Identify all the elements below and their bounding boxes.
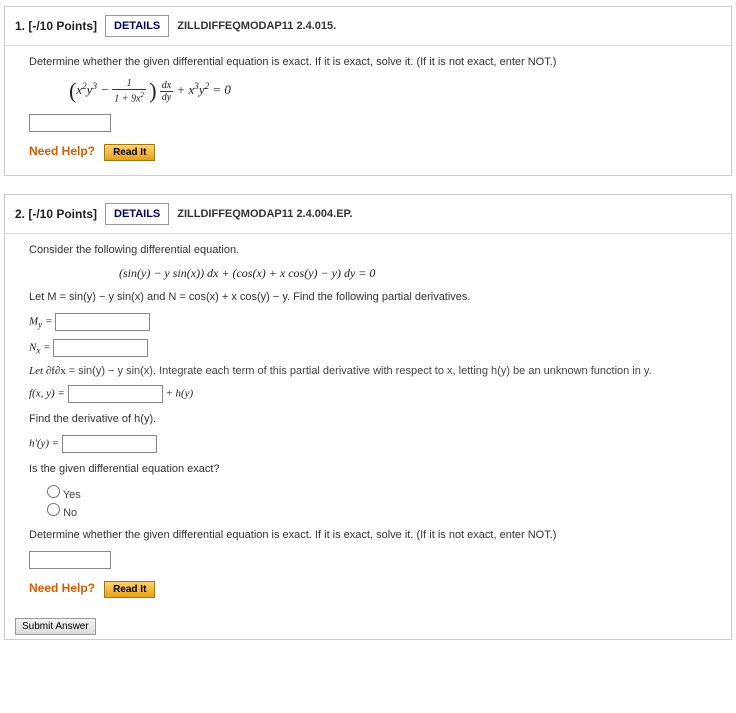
fxy-label: f(x, y) = xyxy=(29,388,68,400)
read-it-button[interactable]: Read It xyxy=(104,144,155,161)
dfdx-row: Let ∂f∂x = sin(y) − y sin(x). Integrate … xyxy=(29,365,707,377)
is-exact-q: Is the given differential equation exact… xyxy=(29,463,707,475)
find-h-label: Find the derivative of h(y). xyxy=(29,413,707,425)
details-button[interactable]: DETAILS xyxy=(105,15,169,37)
question-1: 1. [-/10 Points] DETAILS ZILLDIFFEQMODAP… xyxy=(4,6,732,176)
plus-hy: + h(y) xyxy=(165,388,193,400)
question-1-header: 1. [-/10 Points] DETAILS ZILLDIFFEQMODAP… xyxy=(5,7,731,46)
my-label: M xyxy=(29,316,38,328)
q2-equation: (sin(y) − y sin(x)) dx + (cos(x) + x cos… xyxy=(119,266,707,281)
q1-source: ZILLDIFFEQMODAP11 2.4.015. xyxy=(177,20,336,32)
nx-input[interactable] xyxy=(53,339,148,357)
radio-no[interactable] xyxy=(47,503,60,516)
nx-row: Nx = xyxy=(29,339,707,357)
q1-equation: (x2y3 − 11 + 9x2 ) dxdy + x3y2 = 0 xyxy=(69,78,707,104)
q2-intro: Consider the following differential equa… xyxy=(29,244,707,256)
radio-no-row: No xyxy=(47,503,707,519)
q1-body: Determine whether the given differential… xyxy=(5,46,731,175)
q2-final-input[interactable] xyxy=(29,551,111,569)
q2-let-mn: Let M = sin(y) − y sin(x) and N = cos(x)… xyxy=(29,291,707,303)
q2-body: Consider the following differential equa… xyxy=(5,234,731,612)
fxy-row: f(x, y) = + h(y) xyxy=(29,385,707,403)
q1-points: 1. [-/10 Points] xyxy=(15,19,97,33)
hprime-label: h'(y) = xyxy=(29,438,62,450)
radio-yes-row: Yes xyxy=(47,485,707,501)
q2-determine: Determine whether the given differential… xyxy=(29,529,707,541)
yes-label: Yes xyxy=(63,489,81,501)
need-help-label: Need Help? xyxy=(29,144,95,158)
my-input[interactable] xyxy=(55,313,150,331)
q2-points: 2. [-/10 Points] xyxy=(15,207,97,221)
q1-intro: Determine whether the given differential… xyxy=(29,56,707,68)
need-help-row: Need Help? Read It xyxy=(29,144,707,161)
my-row: My = xyxy=(29,313,707,331)
question-2-header: 2. [-/10 Points] DETAILS ZILLDIFFEQMODAP… xyxy=(5,195,731,234)
radio-yes[interactable] xyxy=(47,485,60,498)
no-label: No xyxy=(63,507,77,519)
details-button[interactable]: DETAILS xyxy=(105,203,169,225)
need-help-row-2: Need Help? Read It xyxy=(29,581,707,598)
question-2: 2. [-/10 Points] DETAILS ZILLDIFFEQMODAP… xyxy=(4,194,732,640)
read-it-button-2[interactable]: Read It xyxy=(104,581,155,598)
submit-answer-button[interactable]: Submit Answer xyxy=(15,618,96,635)
hprime-row: h'(y) = xyxy=(29,435,707,453)
q1-answer-row xyxy=(29,114,707,132)
q1-answer-input[interactable] xyxy=(29,114,111,132)
hprime-input[interactable] xyxy=(62,435,157,453)
fxy-input[interactable] xyxy=(68,385,163,403)
q2-source: ZILLDIFFEQMODAP11 2.4.004.EP. xyxy=(177,208,352,220)
q2-final-row xyxy=(29,551,707,569)
need-help-label-2: Need Help? xyxy=(29,581,95,595)
